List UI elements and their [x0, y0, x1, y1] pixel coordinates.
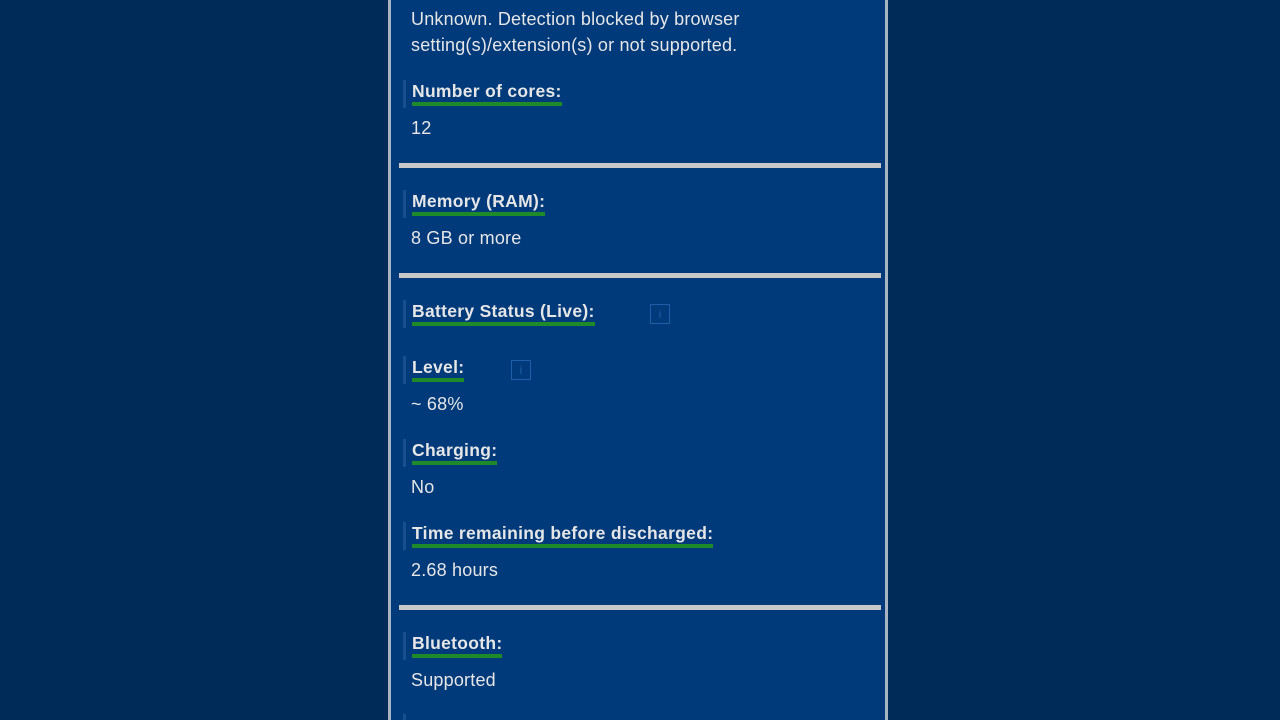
bluetooth-label-block: Bluetooth: [403, 632, 503, 660]
charging-label: Charging: [412, 439, 498, 465]
time-remaining-value: 2.68 hours [411, 560, 499, 580]
battery-level-label: Level: [412, 356, 465, 382]
cores-label-block: Number of cores: [403, 80, 562, 108]
time-remaining-label: Time remaining before discharged: [412, 522, 714, 548]
battery-level-value: ~ 68% [411, 394, 464, 414]
battery-status-label: Battery Status (Live): [412, 300, 595, 326]
level-info-icon[interactable]: i [511, 360, 531, 380]
battery-label-block: Battery Status (Live): [403, 300, 595, 328]
section-separator [399, 605, 881, 610]
charging-value: No [411, 477, 435, 497]
level-label-block: Level: [403, 356, 465, 384]
memory-label: Memory (RAM): [412, 190, 546, 216]
cores-value: 12 [411, 118, 432, 138]
memory-value: 8 GB or more [411, 228, 522, 248]
section-separator [399, 163, 881, 168]
section-separator [399, 273, 881, 278]
next-item-marker [403, 714, 406, 720]
time-remaining-label-block: Time remaining before discharged: [403, 522, 714, 550]
bluetooth-label: Bluetooth: [412, 632, 503, 658]
device-info-panel: Unknown. Detection blocked by browser se… [388, 0, 888, 720]
charging-label-block: Charging: [403, 439, 498, 467]
cores-label: Number of cores: [412, 80, 562, 106]
bluetooth-value: Supported [411, 670, 496, 690]
gpu-value-line-1: Unknown. Detection blocked by browser [411, 9, 740, 29]
memory-label-block: Memory (RAM): [403, 190, 546, 218]
gpu-value-line-2: setting(s)/extension(s) or not supported… [411, 35, 738, 55]
battery-info-icon[interactable]: i [650, 304, 670, 324]
